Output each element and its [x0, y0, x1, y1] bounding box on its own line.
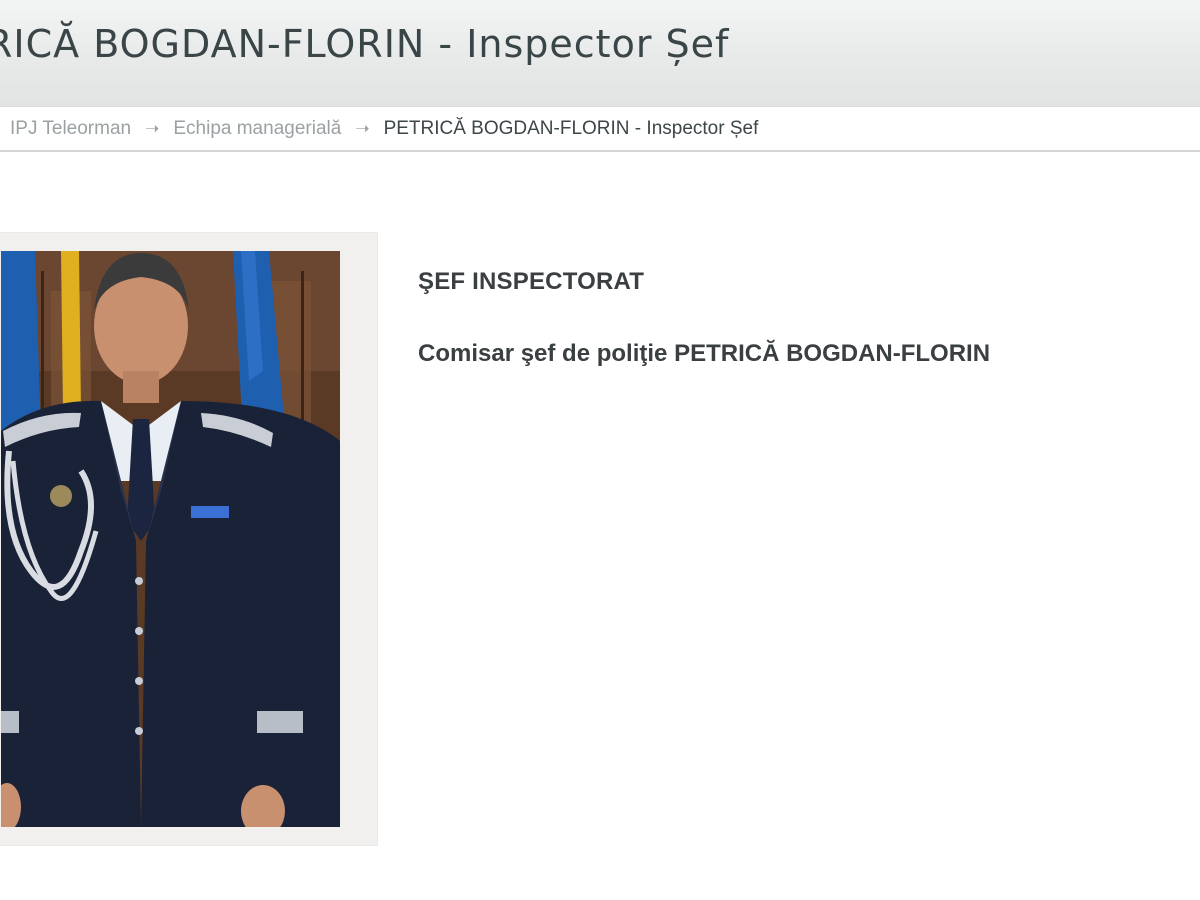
profile-name: Comisar şef de poliţie PETRICĂ BOGDAN-FL…: [418, 340, 991, 367]
profile-photo: [1, 251, 340, 827]
breadcrumb-link-echipa[interactable]: Echipa managerială: [173, 118, 341, 140]
profile-role: ŞEF INSPECTORAT: [418, 268, 645, 295]
portrait-illustration: [1, 251, 340, 827]
arrow-right-icon: ➝: [145, 118, 160, 138]
breadcrumb-current: PETRICĂ BOGDAN-FLORIN - Inspector Șef: [383, 117, 759, 139]
arrow-right-icon: ➝: [355, 118, 370, 138]
breadcrumb-link-ipj[interactable]: IPJ Teleorman: [10, 118, 131, 140]
breadcrumb: IPJ Teleorman ➝ Echipa managerială ➝ PET…: [0, 106, 1200, 152]
title-bar: RICĂ BOGDAN-FLORIN - Inspector Șef: [0, 0, 1200, 106]
page-title: RICĂ BOGDAN-FLORIN - Inspector Șef: [0, 22, 730, 66]
photo-frame: [0, 232, 378, 846]
profile-info: ŞEF INSPECTORAT Comisar şef de poliţie P…: [418, 268, 990, 368]
